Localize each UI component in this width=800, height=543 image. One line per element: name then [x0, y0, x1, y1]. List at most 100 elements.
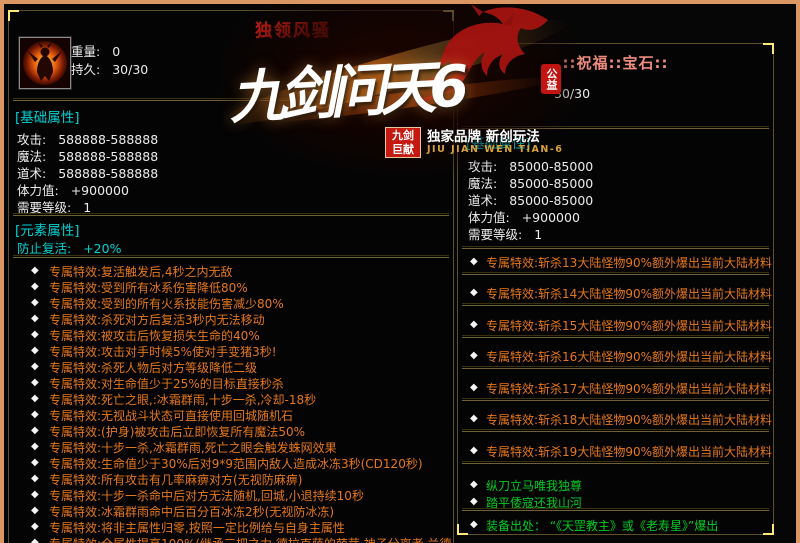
item-name-title: ::祝福::宝石::: [458, 52, 773, 73]
effect-text: 专属特效:攻击对手时候5%使对手变猪3秒!: [49, 343, 277, 359]
stat-value: +20%: [83, 241, 121, 256]
section-divider: [462, 461, 769, 464]
section-divider: [462, 398, 769, 401]
stat-label: 道术:: [468, 193, 497, 208]
effect-row: ◆专属特效:死亡之眼,:冰霜群雨,十步一杀,冷却-18秒: [9, 391, 453, 407]
diamond-icon: ◆: [31, 473, 39, 484]
effect-text: 专属特效:十步一杀命中后对方无法随机,回城,小退持续10秒: [49, 487, 364, 503]
diamond-icon: ◆: [31, 489, 39, 500]
effect-row: ◆ 专属特效:斩杀19大陆怪物90%额外爆出当前大陆材料.: [458, 443, 773, 459]
item-source-text: 装备出处： “《天罡教主》或《老寿星》”爆出: [486, 517, 718, 533]
effect-text: 专属特效:全属性提高100%(继承三把之力,德拉克萨的萌芽,神子分离者,兰德里的: [49, 535, 453, 543]
section-divider: [462, 126, 769, 129]
effect-text: 专属特效:斩杀19大陆怪物90%额外爆出当前大陆材料.: [486, 443, 773, 459]
stat-value: +900000: [522, 210, 580, 225]
stat-label: 道术:: [17, 166, 46, 181]
item-source-row: ◆ 装备出处： “《天罡教主》或《老寿星》”爆出: [458, 517, 773, 533]
stat-value: 588888-588888: [58, 166, 158, 181]
effect-row: ◆专属特效:杀死人物后对方等级降低二级: [9, 359, 453, 375]
effect-text: 专属特效:将非主属性归零,按照一定比例给与自身主属性: [49, 519, 345, 535]
diamond-icon: ◆: [470, 382, 478, 393]
stat-label: 需要等级:: [468, 227, 522, 242]
effect-text: 专属特效:生命值少于30%后对9*9范围内敌人造成冰冻3秒(CD120秒): [49, 455, 423, 471]
diamond-icon: ◆: [31, 457, 39, 468]
effect-text: 专属特效:受到的所有火系技能伤害减少80%: [49, 295, 284, 311]
diamond-icon: ◆: [31, 265, 39, 276]
base-attributes-header: [基础属性]: [15, 106, 80, 126]
section-divider: [13, 98, 449, 101]
effect-row: ◆专属特效:斩杀14大陆怪物90%额外爆出当前大陆材料.: [458, 285, 773, 301]
effect-row: ◆ 专属特效:十步一杀,冰霜群雨,死亡之眼会触发蛛网效果: [9, 439, 453, 455]
effect-text: 专属特效:斩杀13大陆怪物90%额外爆出当前大陆材料.: [486, 254, 773, 270]
stat-label: 体力值:: [468, 210, 510, 225]
stat-label: 魔法:: [17, 149, 46, 164]
diamond-icon: ◆: [470, 519, 478, 530]
stat-label: 攻击:: [468, 159, 497, 174]
effect-row: ◆专属特效:斩杀15大陆怪物90%额外爆出当前大陆材料.: [458, 317, 773, 333]
right-item-tooltip: ::祝福::宝石:: 30/30 [基础属性] 攻击: 85000-85000 …: [457, 43, 774, 535]
diamond-icon: ◆: [470, 445, 478, 456]
lore-text: 纵刀立马唯我独尊: [486, 477, 582, 493]
diamond-icon: ◆: [470, 319, 478, 330]
effect-row: ◆ 专属特效:被攻击后恢复损失生命的40%: [9, 327, 453, 343]
corner-accent: [457, 524, 468, 535]
effect-row: ◆专属特效:受到所有冰系伤害降低80%: [9, 279, 453, 295]
diamond-icon: ◆: [31, 281, 39, 292]
stat-value: 85000-85000: [509, 193, 593, 208]
effect-text: 专属特效:被攻击后恢复损失生命的40%: [49, 327, 260, 343]
section-divider: [462, 429, 769, 432]
section-divider: [462, 508, 769, 511]
effect-text: 专属特效:斩杀14大陆怪物90%额外爆出当前大陆材料.: [486, 285, 773, 301]
effect-row: ◆专属特效:斩杀16大陆怪物90%额外爆出当前大陆材料.: [458, 348, 773, 364]
stat-value: 85000-85000: [509, 176, 593, 191]
section-divider: [462, 272, 769, 275]
diamond-icon: ◆: [31, 537, 39, 543]
diamond-icon: ◆: [31, 297, 39, 308]
diamond-icon: ◆: [31, 425, 39, 436]
section-divider: [462, 303, 769, 306]
effect-text: 专属特效:斩杀17大陆怪物90%额外爆出当前大陆材料.: [486, 380, 773, 396]
effect-text: 专属特效:无视战斗状态可直接使用回城随机石: [49, 407, 293, 423]
effect-text: 专属特效:斩杀16大陆怪物90%额外爆出当前大陆材料.: [486, 348, 773, 364]
weight-label: 重量:: [71, 44, 100, 59]
effect-row: ◆专属特效:冰霜群雨命中后百分百冰冻2秒(无视防冰冻): [9, 503, 453, 519]
effect-row: ◆ 专属特效:全属性提高100%(继承三把之力,德拉克萨的萌芽,神子分离者,兰德里…: [9, 535, 453, 543]
effect-row: ◆专属特效:复活触发后,4秒之内无敌: [9, 263, 453, 279]
corner-accent: [457, 43, 468, 54]
effect-text: 专属特效:(护身)被攻击后立即恢复所有魔法50%: [49, 423, 305, 439]
item-name-title: 独领风骚: [255, 16, 331, 41]
corner-accent: [8, 10, 19, 21]
effect-text: 专属特效:冰霜群雨命中后百分百冰冻2秒(无视防冰冻): [49, 503, 334, 519]
corner-accent: [443, 10, 454, 21]
left-item-tooltip: 重量: 0 持久: 30/30 独领风骚 [基础属性] 攻击: 588888-5…: [8, 10, 454, 543]
diamond-icon: ◆: [470, 496, 478, 507]
diamond-icon: ◆: [31, 393, 39, 404]
effect-row: ◆专属特效:杀死对方后复活3秒内无法移动: [9, 311, 453, 327]
stat-value: 588888-588888: [58, 149, 158, 164]
durability-value: 30/30: [112, 62, 148, 77]
diamond-icon: ◆: [31, 377, 39, 388]
effect-row: ◆ 专属特效:斩杀17大陆怪物90%额外爆出当前大陆材料.: [458, 380, 773, 396]
diamond-icon: ◆: [31, 441, 39, 452]
section-divider: [462, 366, 769, 369]
effect-text: 专属特效:十步一杀,冰霜群雨,死亡之眼会触发蛛网效果: [49, 439, 337, 455]
effect-row: ◆ 专属特效:斩杀13大陆怪物90%额外爆出当前大陆材料.: [458, 254, 773, 270]
section-divider: [462, 335, 769, 338]
durability-row: 持久: 30/30: [71, 59, 148, 78]
corner-accent: [763, 43, 774, 54]
corner-accent: [763, 524, 774, 535]
weight-row: 重量: 0: [71, 41, 120, 60]
lore-row: ◆纵刀立马唯我独尊: [458, 477, 773, 493]
diamond-icon: ◆: [31, 313, 39, 324]
diamond-icon: ◆: [31, 329, 39, 340]
stat-label: 魔法:: [468, 176, 497, 191]
durability-value: 30/30: [554, 86, 590, 101]
effect-row: ◆ 专属特效:十步一杀命中后对方无法随机,回城,小退持续10秒: [9, 487, 453, 503]
effect-row: ◆ 专属特效:受到的所有火系技能伤害减少80%: [9, 295, 453, 311]
section-divider: [13, 213, 449, 216]
effect-text: 专属特效:对生命值少于25%的目标直接秒杀: [49, 375, 284, 391]
section-divider: [13, 255, 449, 258]
diamond-icon: ◆: [470, 256, 478, 267]
effect-text: 专属特效:杀死人物后对方等级降低二级: [49, 359, 257, 375]
effect-text: 专属特效:斩杀18大陆怪物90%额外爆出当前大陆材料.: [486, 411, 773, 427]
